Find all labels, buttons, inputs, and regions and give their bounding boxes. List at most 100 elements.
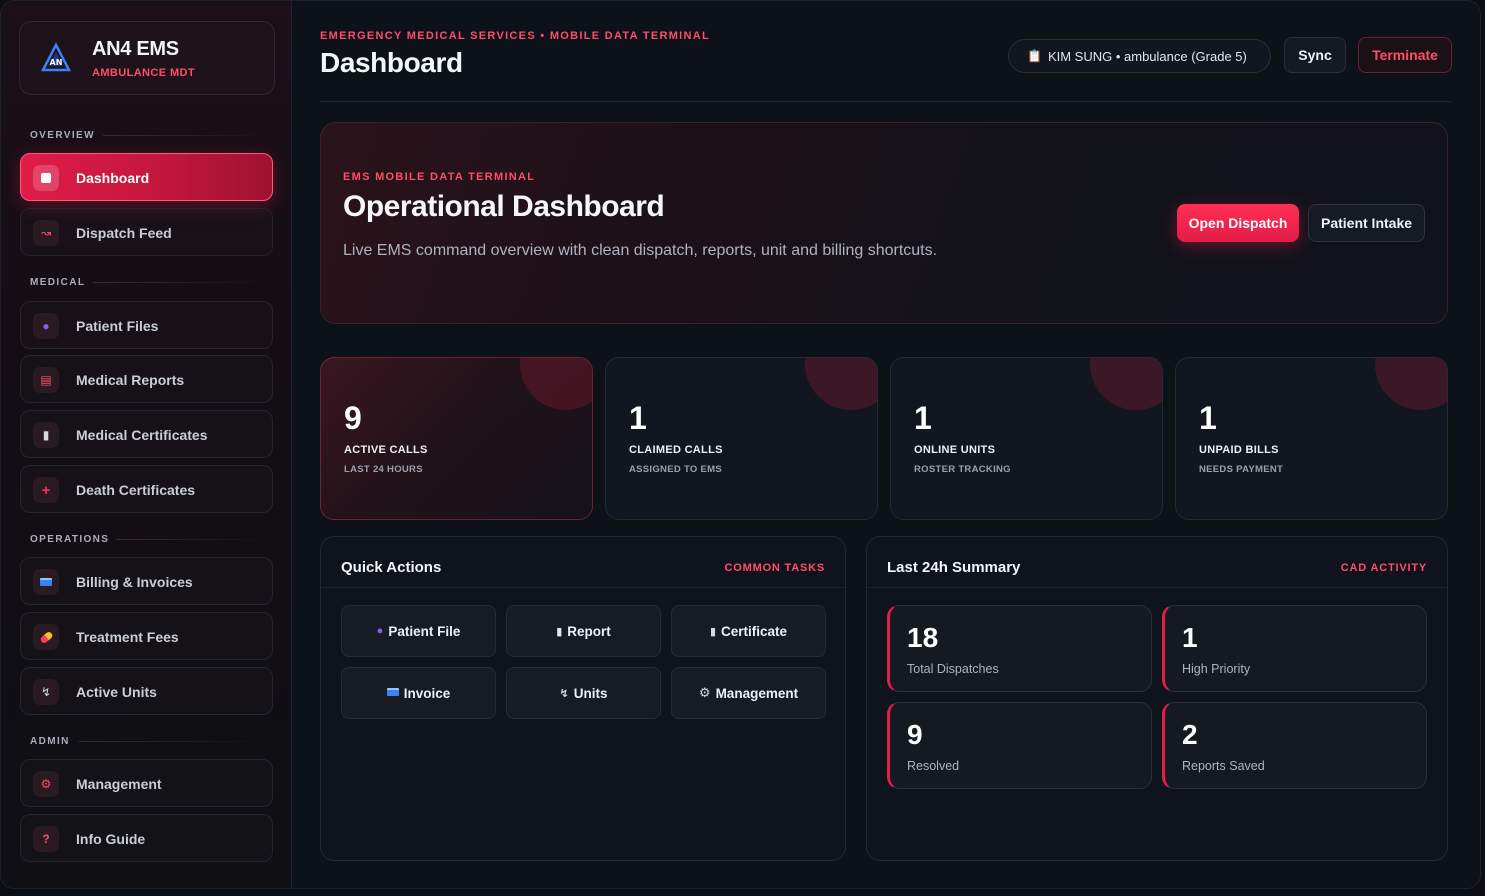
hero-eyebrow: EMS MOBILE DATA TERMINAL [343,171,536,183]
header-divider [320,101,1451,102]
quick-action-label: Report [567,623,611,639]
sidebar-item-medical-certificates[interactable]: ▮ Medical Certificates [20,410,273,458]
panel-tag: COMMON TASKS [724,562,825,574]
sidebar-item-death-certificates[interactable]: + Death Certificates [20,465,273,513]
quick-action-patient-file[interactable]: ● Patient File [341,605,496,657]
brand-card: AN AN4 EMS AMBULANCE MDT [19,21,275,95]
stat-label: UNPAID BILLS [1199,444,1279,456]
gear-icon: ⚙ [698,685,711,700]
pill-icon [33,624,59,650]
sidebar-item-active-units[interactable]: ↯ Active Units [20,667,273,715]
stat-card-unpaid-bills[interactable]: 1 UNPAID BILLS NEEDS PAYMENT [1175,357,1448,520]
stat-sublabel: NEEDS PAYMENT [1199,464,1284,475]
sidebar-item-dispatch-feed[interactable]: ↝ Dispatch Feed [20,208,273,256]
sidebar-item-dashboard[interactable]: Dashboard [20,153,273,201]
stat-decoration [1090,358,1162,410]
terminate-button[interactable]: Terminate [1358,37,1452,73]
sidebar-item-label: Management [76,776,162,792]
sync-button[interactable]: Sync [1284,37,1346,73]
panel-divider [867,587,1447,588]
header-eyebrow: EMERGENCY MEDICAL SERVICES • MOBILE DATA… [320,30,711,42]
summary-label: High Priority [1182,662,1251,676]
quick-action-invoice[interactable]: Invoice [341,667,496,719]
stat-label: ONLINE UNITS [914,444,996,456]
sidebar-item-label: Patient Files [76,318,159,334]
stat-card-online-units[interactable]: 1 ONLINE UNITS ROSTER TRACKING [890,357,1163,520]
patient-intake-button[interactable]: Patient Intake [1308,204,1425,242]
quick-action-certificate[interactable]: ▮ Certificate [671,605,826,657]
sidebar-item-label: Dispatch Feed [76,225,172,241]
quick-action-management[interactable]: ⚙ Management [671,667,826,719]
cross-icon: + [33,477,59,503]
stat-value: 1 [914,400,932,436]
certificate-icon: ▮ [33,422,59,448]
card-icon [386,687,399,699]
stat-sublabel: ROSTER TRACKING [914,464,1011,475]
sidebar-item-label: Death Certificates [76,482,196,498]
sidebar-item-label: Active Units [76,684,157,700]
sidebar: AN AN4 EMS AMBULANCE MDT OVERVIEW Dashbo… [1,1,292,888]
dashboard-icon [33,165,59,191]
section-label-medical: MEDICAL [30,277,86,288]
summary-value: 1 [1182,622,1198,653]
stat-label: CLAIMED CALLS [629,444,723,456]
quick-action-report[interactable]: ▮ Report [506,605,661,657]
summary-card-total-dispatches: 18 Total Dispatches [887,605,1152,692]
main-content: EMERGENCY MEDICAL SERVICES • MOBILE DATA… [293,1,1480,888]
panel-divider [321,587,845,588]
hero-description: Live EMS command overview with clean dis… [343,242,938,259]
hero-title: Operational Dashboard [343,190,665,223]
sidebar-item-label: Dashboard [76,170,150,186]
section-divider [93,282,273,283]
sidebar-item-billing-invoices[interactable]: Billing & Invoices [20,557,273,605]
hero-banner: EMS MOBILE DATA TERMINAL Operational Das… [320,122,1448,324]
units-icon: ↯ [559,687,569,700]
section-divider [116,539,273,540]
brand-subtitle: AMBULANCE MDT [92,67,195,79]
app-window: AN AN4 EMS AMBULANCE MDT OVERVIEW Dashbo… [0,0,1481,889]
quick-action-units[interactable]: ↯ Units [506,667,661,719]
summary-card-high-priority: 1 High Priority [1162,605,1427,692]
summary-panel: Last 24h Summary CAD ACTIVITY 18 Total D… [866,536,1448,861]
quick-action-label: Invoice [403,685,451,701]
certificate-icon: ▮ [709,625,717,638]
open-dispatch-button[interactable]: Open Dispatch [1177,204,1299,242]
stat-value: 9 [344,400,362,436]
units-icon: ↯ [33,679,59,705]
stat-card-active-calls[interactable]: 9 ACTIVE CALLS LAST 24 HOURS [320,357,593,520]
person-icon: ● [33,313,59,339]
document-icon: ▮ [556,625,563,638]
stat-label: ACTIVE CALLS [344,444,428,456]
section-divider [103,135,273,136]
panel-title: Quick Actions [341,559,442,576]
stat-decoration [805,358,877,410]
sidebar-item-management[interactable]: ⚙ Management [20,759,273,807]
sidebar-item-info-guide[interactable]: ? Info Guide [20,814,273,862]
sidebar-item-label: Billing & Invoices [76,574,193,590]
quick-action-label: Patient File [388,623,461,639]
summary-value: 18 [907,622,939,653]
summary-label: Reports Saved [1182,759,1265,773]
section-label-admin: ADMIN [30,736,70,747]
summary-value: 2 [1182,719,1198,750]
section-divider [79,741,273,742]
gear-icon: ⚙ [33,771,59,797]
summary-card-reports-saved: 2 Reports Saved [1162,702,1427,789]
stat-card-claimed-calls[interactable]: 1 CLAIMED CALLS ASSIGNED TO EMS [605,357,878,520]
quick-action-label: Units [573,685,608,701]
stat-value: 1 [629,400,647,436]
sidebar-item-patient-files[interactable]: ● Patient Files [20,301,273,349]
sidebar-item-medical-reports[interactable]: ▤ Medical Reports [20,355,273,403]
quick-action-label: Certificate [721,623,788,639]
user-label: KIM SUNG • ambulance (Grade 5) [1047,48,1247,64]
sidebar-item-label: Medical Reports [76,372,185,388]
panel-tag: CAD ACTIVITY [1340,562,1427,574]
quick-action-label: Management [715,685,799,701]
sidebar-item-treatment-fees[interactable]: Treatment Fees [20,612,273,660]
sidebar-item-label: Treatment Fees [76,629,179,645]
summary-card-resolved: 9 Resolved [887,702,1152,789]
summary-value: 9 [907,719,923,750]
stat-value: 1 [1199,400,1217,436]
stat-decoration [520,358,592,410]
stat-sublabel: ASSIGNED TO EMS [629,464,723,475]
